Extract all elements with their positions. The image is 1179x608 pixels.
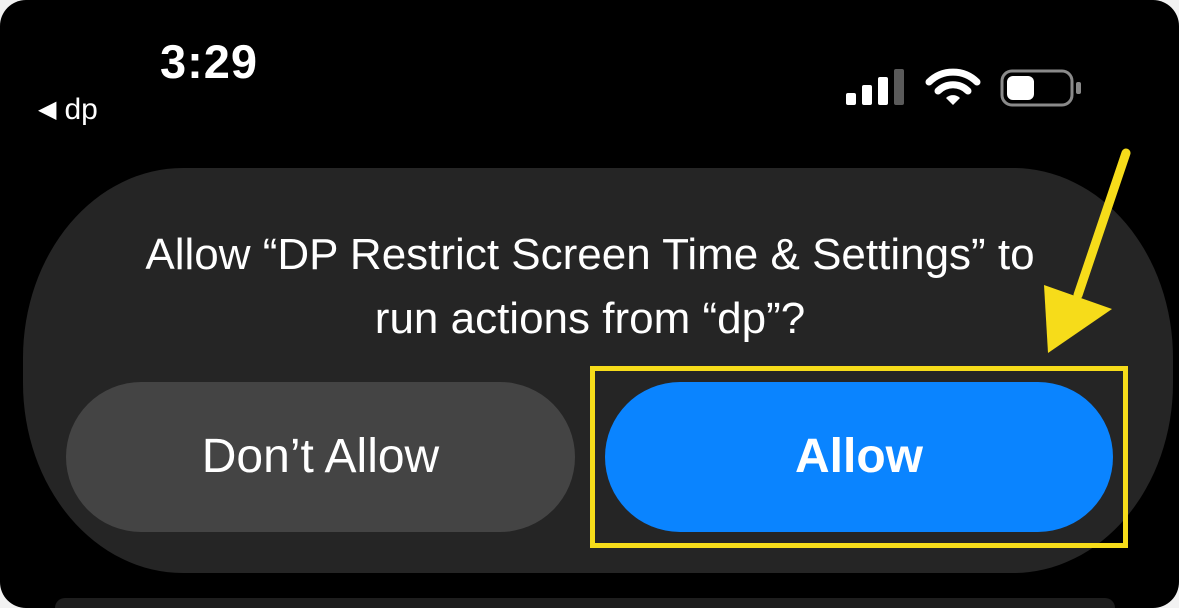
dialog-message: Allow “DP Restrict Screen Time & Setting… <box>145 230 1035 343</box>
wifi-icon <box>925 68 981 105</box>
battery-icon <box>1000 69 1081 107</box>
status-time: 3:29 <box>160 35 259 88</box>
back-arrow-icon: ◀ <box>38 96 57 123</box>
background-card-edge <box>55 598 1115 608</box>
back-label: dp <box>64 93 98 126</box>
back-to-app-link[interactable]: ◀ dp <box>38 95 98 125</box>
arrow-pointer-icon <box>1044 148 1131 353</box>
cellular-signal-icon <box>846 69 904 105</box>
dont-allow-button[interactable]: Don’t Allow <box>66 382 575 532</box>
annotation-highlight-box <box>590 366 1128 548</box>
